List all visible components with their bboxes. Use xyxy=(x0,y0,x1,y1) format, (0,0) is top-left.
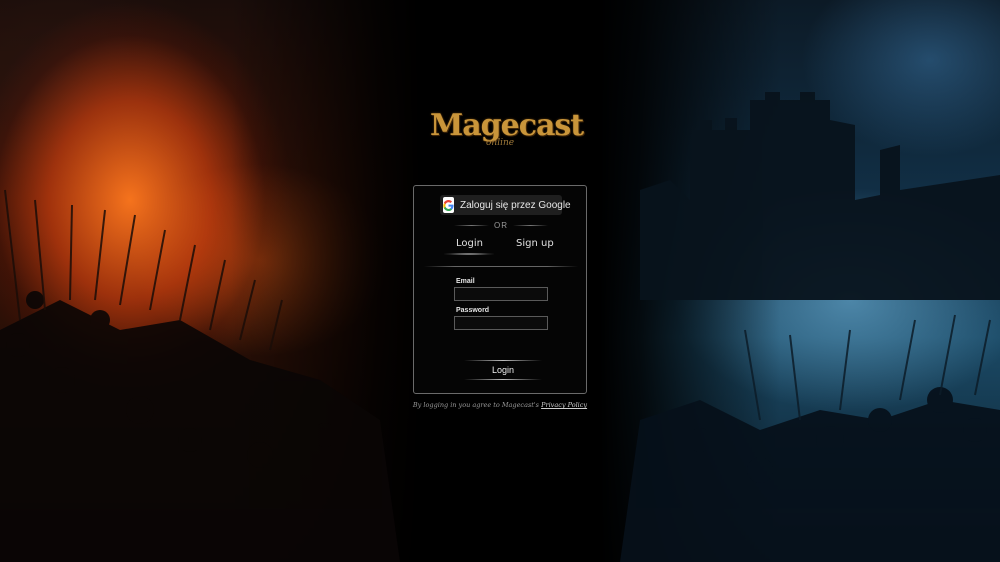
terms-notice: By logging in you agree to Magecast's Pr… xyxy=(400,401,600,409)
magecast-logo: Magecast online xyxy=(430,108,584,156)
google-login-label: Zaloguj się przez Google xyxy=(460,199,571,211)
login-button-label: Login xyxy=(491,365,515,375)
email-field[interactable] xyxy=(454,287,548,301)
auth-card: Zaloguj się przez Google OR Login Sign u… xyxy=(413,185,587,394)
login-button[interactable]: Login xyxy=(464,360,542,380)
or-separator: OR xyxy=(454,220,548,230)
privacy-policy-link[interactable]: Privacy Policy xyxy=(541,401,587,409)
active-tab-indicator xyxy=(444,253,494,255)
or-text: OR xyxy=(494,220,508,230)
email-label: Email xyxy=(456,278,475,285)
password-label: Password xyxy=(456,307,490,314)
google-icon xyxy=(443,197,454,213)
tab-login[interactable]: Login xyxy=(456,238,483,249)
password-field[interactable] xyxy=(454,316,548,330)
google-login-button[interactable]: Zaloguj się przez Google xyxy=(440,195,571,215)
auth-tabs: Login Sign up xyxy=(414,238,588,258)
or-line-right xyxy=(513,224,548,226)
logo-subtitle: online xyxy=(486,138,515,148)
or-line-left xyxy=(454,224,489,226)
tabs-divider xyxy=(424,266,578,267)
tab-signup[interactable]: Sign up xyxy=(516,238,554,249)
terms-text: By logging in you agree to Magecast's xyxy=(412,401,540,409)
